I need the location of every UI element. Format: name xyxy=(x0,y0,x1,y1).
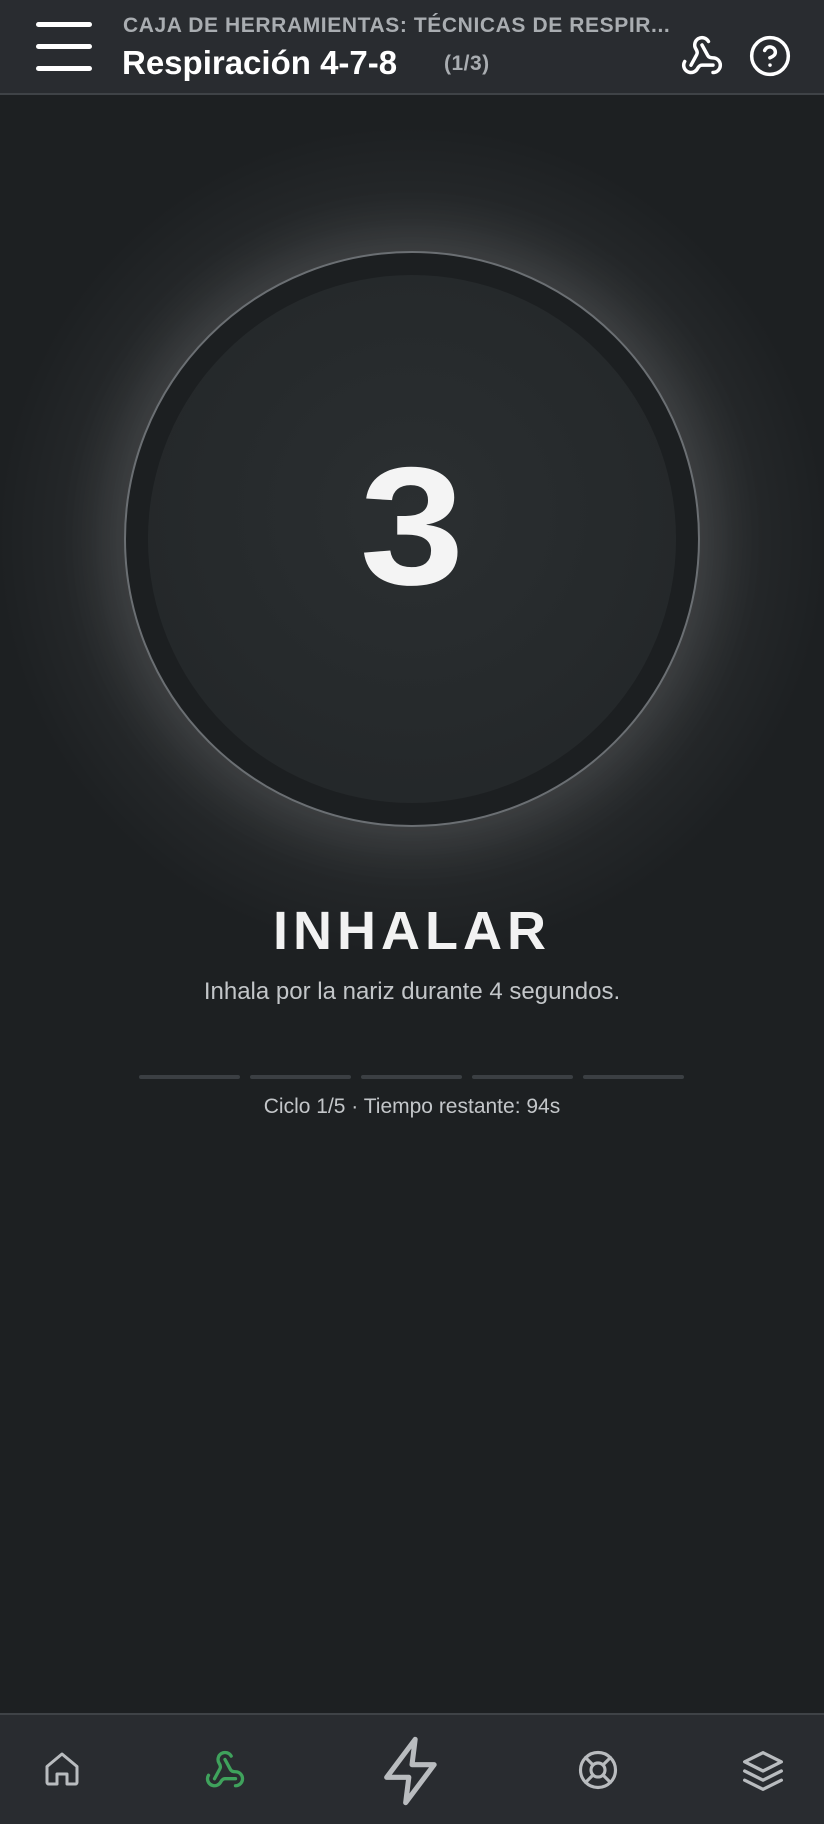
page-title: Respiración 4-7-8 xyxy=(122,44,398,81)
cycle-segment xyxy=(583,1075,684,1079)
lightning-icon[interactable] xyxy=(374,1733,450,1809)
toolbox-subtitle: CAJA DE HERRAMIENTAS: TÉCNICAS DE RESPIR… xyxy=(123,14,671,37)
cycle-segment xyxy=(472,1075,573,1079)
webhook-icon[interactable] xyxy=(680,34,724,78)
cycle-segment xyxy=(139,1075,240,1079)
menu-icon[interactable] xyxy=(34,20,94,76)
webhook-icon[interactable] xyxy=(204,1749,246,1791)
help-circle-icon[interactable] xyxy=(748,34,792,78)
bottom-navigation xyxy=(0,1713,824,1824)
cycle-segment xyxy=(250,1075,351,1079)
countdown-number: 3 xyxy=(359,432,465,620)
cycle-progress xyxy=(139,1075,684,1079)
home-icon[interactable] xyxy=(42,1749,82,1789)
top-bar: CAJA DE HERRAMIENTAS: TÉCNICAS DE RESPIR… xyxy=(0,0,824,95)
phase-instruction: Inhala por la nariz durante 4 segundos. xyxy=(203,978,621,1005)
breathing-screen: CAJA DE HERRAMIENTAS: TÉCNICAS DE RESPIR… xyxy=(0,0,824,1824)
lifebuoy-icon[interactable] xyxy=(577,1749,619,1791)
cycle-segment xyxy=(361,1075,462,1079)
phase-label: INHALAR xyxy=(273,901,551,961)
layers-icon[interactable] xyxy=(741,1749,785,1793)
exercise-counter: (1/3) xyxy=(444,52,490,75)
cycle-status: Ciclo 1/5 · Tiempo restante: 94s xyxy=(263,1095,561,1118)
